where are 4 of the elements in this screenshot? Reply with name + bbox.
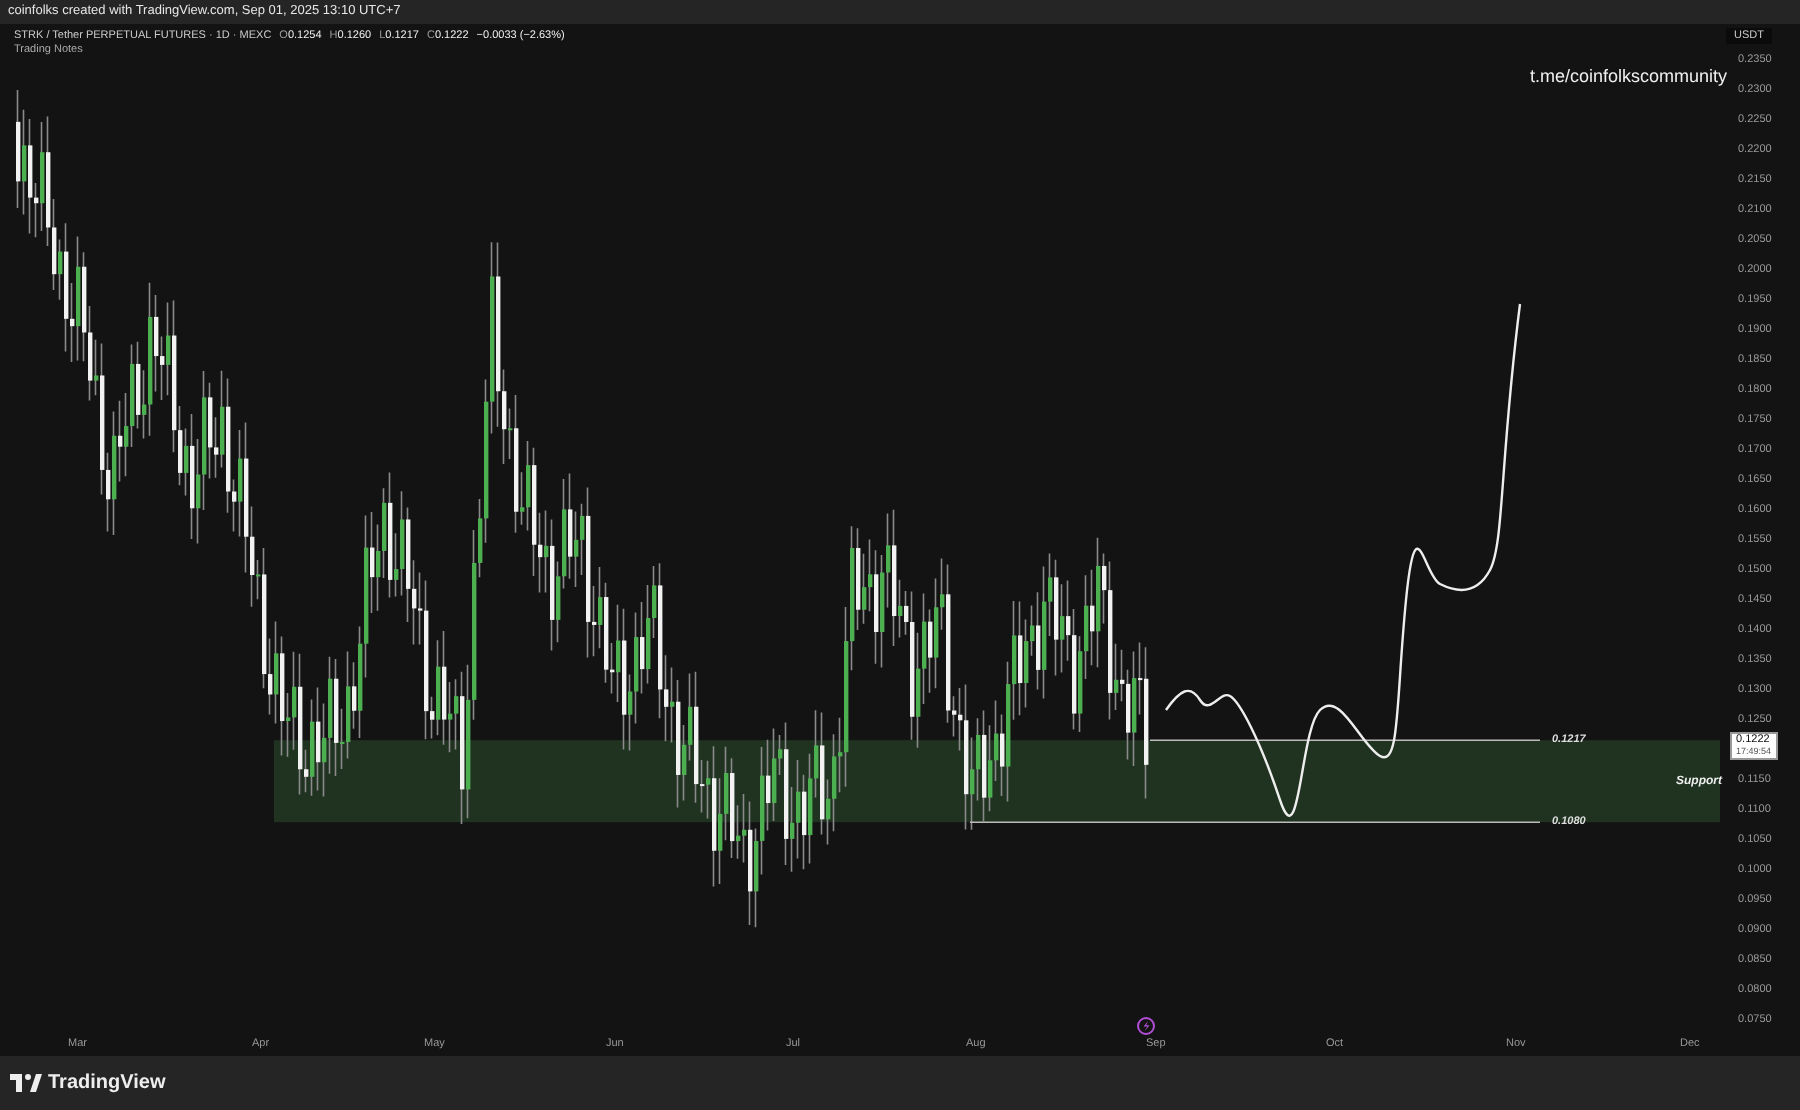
logo-icon (10, 1074, 42, 1092)
alert-icon[interactable] (1137, 1017, 1155, 1035)
brand-name: TradingView (48, 1072, 166, 1094)
watermark-text: t.me/coinfolkscommunity (1530, 66, 1728, 86)
